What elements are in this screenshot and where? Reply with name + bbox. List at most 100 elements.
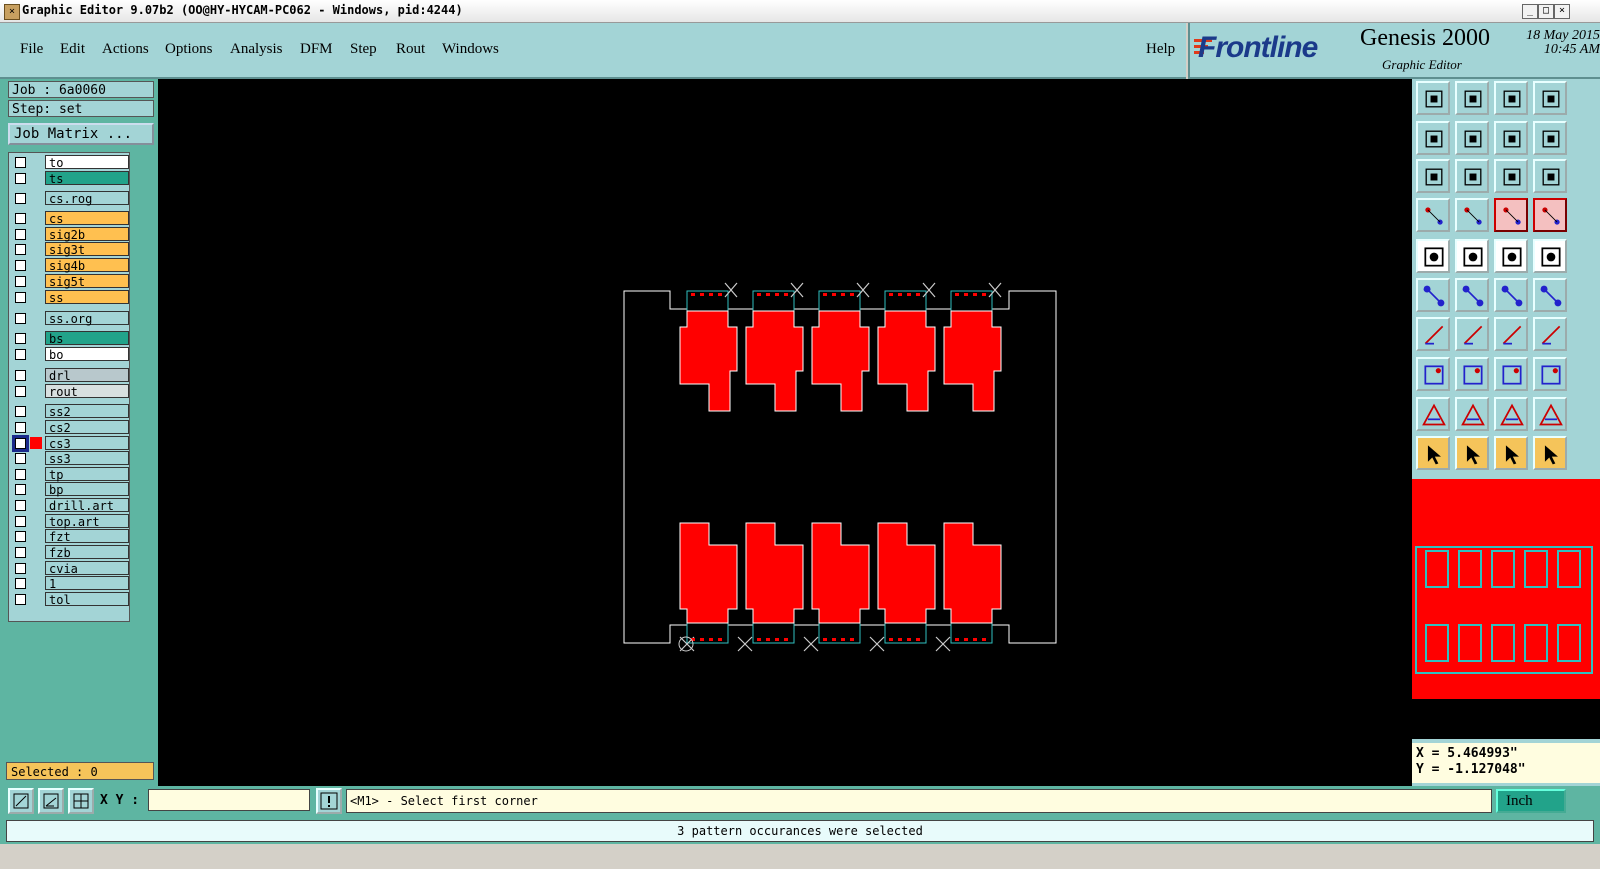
close-button[interactable]: ×: [1554, 4, 1570, 19]
layer-checkbox[interactable]: [15, 370, 26, 381]
layer-checkbox[interactable]: [15, 333, 26, 344]
menu-options[interactable]: Options: [165, 41, 213, 58]
layer-checkbox[interactable]: [15, 386, 26, 397]
layer-checkbox[interactable]: [15, 193, 26, 204]
layer-row[interactable]: tp: [13, 467, 131, 482]
pan-both-button[interactable]: [1494, 121, 1528, 155]
ruler-button[interactable]: [1494, 239, 1528, 273]
layer-row[interactable]: cs.rog: [13, 191, 131, 206]
menu-file[interactable]: File: [20, 41, 43, 58]
triangle-red-button[interactable]: [1416, 397, 1450, 431]
xy-input[interactable]: [148, 789, 310, 811]
layer-checkbox[interactable]: [15, 578, 26, 589]
layer-row[interactable]: rout: [13, 384, 131, 399]
layer-name[interactable]: tol: [45, 592, 129, 607]
layer-row[interactable]: cs3: [12, 435, 131, 452]
layer-checkbox[interactable]: [15, 594, 26, 605]
center-button[interactable]: [1455, 159, 1489, 193]
layer-checkbox[interactable]: [15, 484, 26, 495]
layer-name[interactable]: fzt: [45, 529, 129, 544]
help-button[interactable]: [1533, 159, 1567, 193]
layer-name[interactable]: cs2: [45, 420, 129, 435]
layer-row[interactable]: fzt: [13, 529, 131, 544]
layer-name[interactable]: ss: [45, 290, 129, 305]
layer-checkbox[interactable]: [15, 260, 26, 271]
boxed-button[interactable]: [1494, 357, 1528, 391]
cut-button[interactable]: [1416, 317, 1450, 351]
layer-row[interactable]: cs: [13, 211, 131, 226]
pad-button[interactable]: [1533, 239, 1567, 273]
slant-button[interactable]: [1455, 317, 1489, 351]
pan-right-button[interactable]: [1455, 121, 1489, 155]
layer-name[interactable]: sig5t: [45, 274, 129, 289]
layer-row[interactable]: fzb: [13, 545, 131, 560]
layer-row[interactable]: cs2: [13, 420, 131, 435]
rotate-button[interactable]: [1494, 317, 1528, 351]
layer-row[interactable]: top.art: [13, 514, 131, 529]
minimize-button[interactable]: _: [1522, 4, 1538, 19]
layer-name[interactable]: ss3: [45, 451, 129, 466]
layer-checkbox[interactable]: [15, 500, 26, 511]
layer-name[interactable]: cs.rog: [45, 191, 129, 206]
layer-row[interactable]: bp: [13, 482, 131, 497]
node-point-button[interactable]: [1416, 357, 1450, 391]
layer-name[interactable]: to: [45, 155, 129, 170]
layer-name[interactable]: tp: [45, 467, 129, 482]
select-arrow-button[interactable]: [1416, 436, 1450, 470]
layer-name[interactable]: bp: [45, 482, 129, 497]
zoom-extent-button[interactable]: [1455, 81, 1489, 115]
layer-row[interactable]: ss2: [13, 404, 131, 419]
layer-checkbox[interactable]: [15, 453, 26, 464]
layer-name[interactable]: 1: [45, 576, 129, 591]
grid-button[interactable]: [1455, 198, 1489, 232]
intersect-button[interactable]: [1455, 278, 1489, 312]
layer-checkbox[interactable]: [15, 292, 26, 303]
cross-section-button[interactable]: [1533, 121, 1567, 155]
layer-checkbox[interactable]: [15, 157, 26, 168]
layer-name[interactable]: ts: [45, 171, 129, 186]
layer-checkbox[interactable]: [15, 422, 26, 433]
fill-button[interactable]: [1416, 239, 1450, 273]
layer-name[interactable]: sig4b: [45, 258, 129, 273]
triangle-multi-button[interactable]: [1533, 397, 1567, 431]
grid-button[interactable]: [68, 788, 94, 814]
select-circle-button[interactable]: [1494, 436, 1528, 470]
layer-checkbox[interactable]: [15, 516, 26, 527]
layer-name[interactable]: fzb: [45, 545, 129, 560]
layer-row[interactable]: sig4b: [13, 258, 131, 273]
clip-button[interactable]: [1416, 198, 1450, 232]
layer-checkbox[interactable]: [15, 547, 26, 558]
layer-name[interactable]: ss2: [45, 404, 129, 419]
line-minus-button[interactable]: [1455, 357, 1489, 391]
layer-checkbox[interactable]: [15, 563, 26, 574]
layer-name[interactable]: cs: [45, 211, 129, 226]
layer-row[interactable]: ss3: [13, 451, 131, 466]
menu-edit[interactable]: Edit: [60, 41, 85, 58]
layer-row[interactable]: ss: [13, 290, 131, 305]
layer-name[interactable]: bo: [45, 347, 129, 362]
dot-button[interactable]: [1494, 278, 1528, 312]
layer-name[interactable]: bs: [45, 331, 129, 346]
triangle-a-button[interactable]: [1455, 397, 1489, 431]
menu-dfm[interactable]: DFM: [300, 41, 333, 58]
layer-name[interactable]: rout: [45, 384, 129, 399]
circles-button[interactable]: [1533, 357, 1567, 391]
menu-rout[interactable]: Rout: [396, 41, 425, 58]
line-point-button[interactable]: [1533, 278, 1567, 312]
menu-analysis[interactable]: Analysis: [230, 41, 283, 58]
home-button[interactable]: [1494, 81, 1528, 115]
layer-row[interactable]: ts: [13, 171, 131, 186]
layer-checkbox[interactable]: [15, 229, 26, 240]
layer-row[interactable]: bo: [13, 347, 131, 362]
layer-name[interactable]: sig2b: [45, 227, 129, 242]
select-box-button[interactable]: [1455, 436, 1489, 470]
layer-row[interactable]: to: [13, 155, 131, 170]
measure-button[interactable]: [38, 788, 64, 814]
zoom-area-button[interactable]: [8, 788, 34, 814]
layer-name[interactable]: ss.org: [45, 311, 129, 326]
layer-checkbox[interactable]: [15, 244, 26, 255]
layer-checkbox[interactable]: [15, 469, 26, 480]
units-selector[interactable]: Inch: [1496, 789, 1566, 813]
alert-button[interactable]: [316, 788, 342, 814]
layer-checkbox[interactable]: [15, 173, 26, 184]
